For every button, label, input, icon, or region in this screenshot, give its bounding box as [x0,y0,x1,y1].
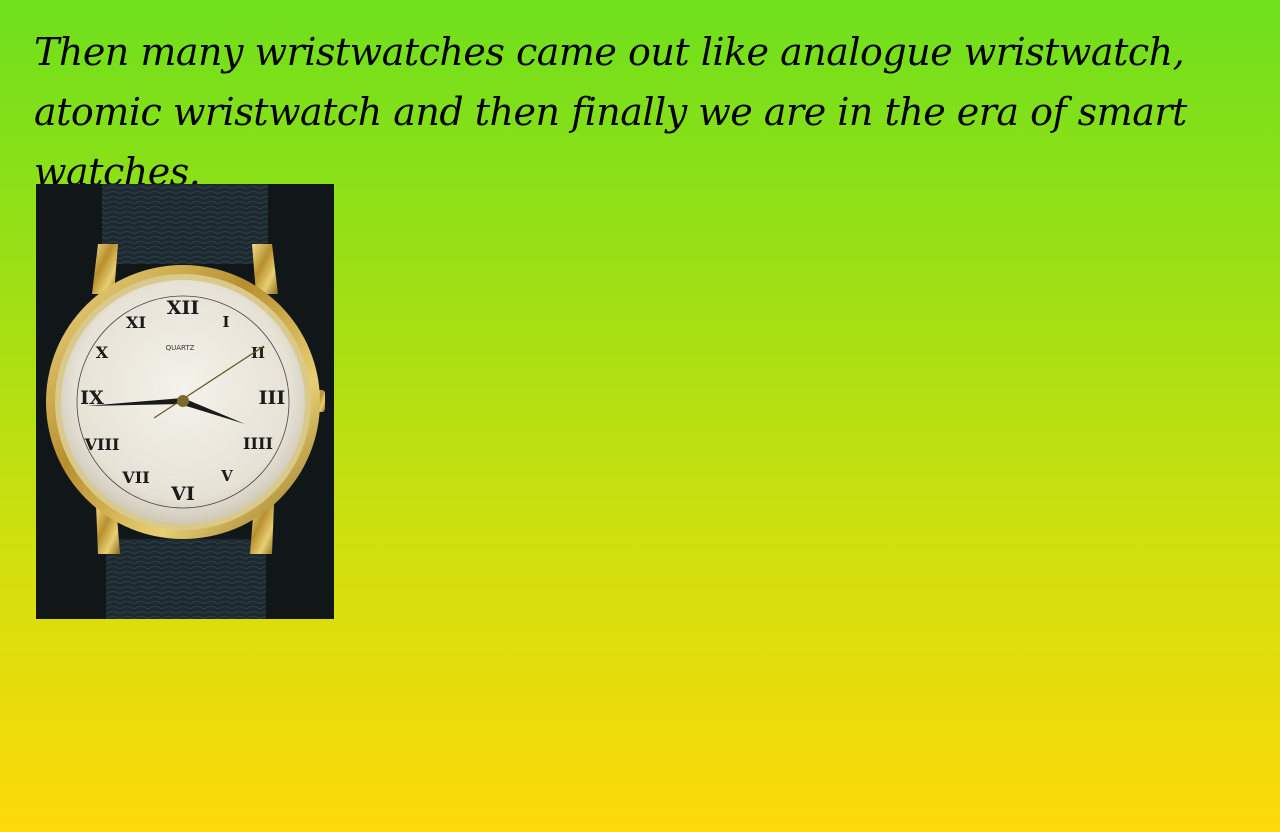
svg-text:VI: VI [170,483,195,505]
wristwatch-photo: XII I II III IIII V VI VII VIII IX X XI … [36,184,334,619]
svg-text:X: X [96,343,109,362]
svg-text:VII: VII [121,468,149,487]
watch-strap-bottom [106,539,266,619]
watch-strap-top [102,184,268,264]
svg-text:IIII: IIII [243,434,273,453]
svg-text:I: I [222,313,229,331]
watch-dial-brand: QUARTZ [166,344,195,352]
svg-text:V: V [220,467,233,485]
svg-text:XII: XII [167,297,200,319]
slide-text: Then many wristwatches came out like ana… [34,30,1187,194]
svg-text:XI: XI [126,313,146,332]
svg-text:III: III [259,387,286,409]
svg-text:VIII: VIII [84,435,120,454]
